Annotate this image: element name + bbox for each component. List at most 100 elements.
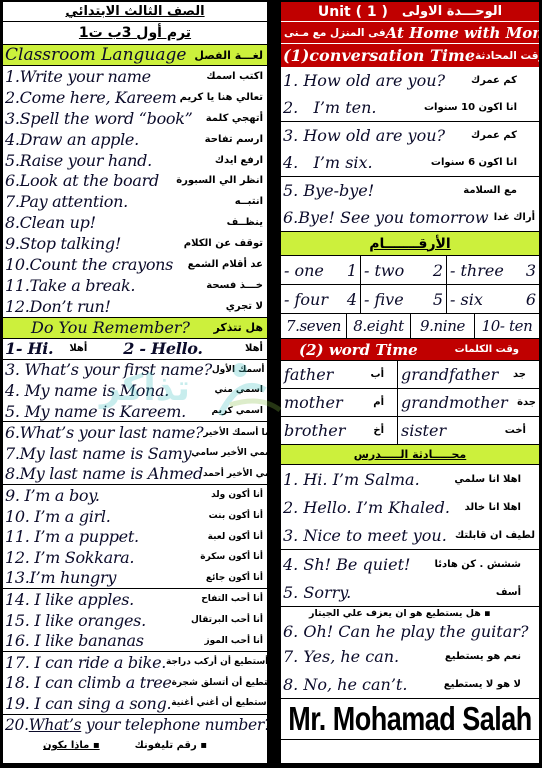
conversation-item: 2. I’m ten. انا اكون 10 سنوات bbox=[281, 94, 539, 121]
lesson-group: 1. Hi. I’m Salma. اهلا انا سلمي 2. Hello. … bbox=[281, 464, 539, 549]
teacher-signature: Mr. Mohamad Salah bbox=[288, 699, 532, 738]
item-en: 9.Stop talking! bbox=[5, 234, 121, 254]
item-ar: ششش . كن هادئا bbox=[434, 558, 521, 570]
classroom-title-ar: لغـــة الفصل bbox=[194, 48, 263, 62]
item-ar: ارفع ايدك bbox=[214, 154, 263, 166]
word-cell: sister أخت bbox=[398, 416, 539, 444]
item-ar: اسمي الأخير سامي bbox=[191, 448, 267, 459]
word-cell: grandmother جدة bbox=[398, 388, 539, 416]
item-en: 5.Raise your hand. bbox=[5, 150, 152, 170]
classroom-item: 6.Look at the board انظر الي السبورة bbox=[3, 170, 267, 191]
word-en: sister bbox=[401, 421, 447, 440]
number-cell: - six 6 bbox=[447, 284, 539, 313]
item-en: 6.Look at the board bbox=[5, 171, 159, 191]
number-word: 9.nine bbox=[420, 317, 465, 335]
remember-group: 6.What’s your last name? ما أسمك الأخير 7.… bbox=[3, 422, 267, 486]
word-row: father أب grandfather جد bbox=[281, 360, 539, 388]
word-ar: جد bbox=[513, 369, 526, 380]
word-cell: mother أم bbox=[281, 388, 398, 416]
item-en: 8.Clean up! bbox=[5, 213, 96, 233]
item-ar: انا اكون 10 سنوات bbox=[423, 102, 517, 113]
hello-en: 2 - Hello. bbox=[123, 339, 203, 359]
item-ar: كم عمرك bbox=[470, 75, 517, 86]
item-ar: لا هو لا يستطيع bbox=[443, 678, 521, 690]
conversation-title-ar: وقت المحادثة bbox=[475, 49, 539, 62]
lesson-item: 1. Hi. I’m Salma. اهلا انا سلمي bbox=[281, 465, 539, 493]
signature-box: Mr. Mohamad Salah bbox=[281, 698, 539, 740]
hi-ar: أهلا bbox=[69, 343, 88, 355]
item-en: 17. I can ride a bike. bbox=[5, 652, 167, 672]
classroom-item: 5.Raise your hand. ارفع ايدك bbox=[3, 150, 267, 171]
item-en: 1.Write your name bbox=[5, 66, 151, 86]
item-ar: ينظــف bbox=[226, 217, 263, 229]
remember-item: 10. I’m a girl. أنا أكون بنت bbox=[3, 506, 267, 527]
word-en: brother bbox=[284, 421, 346, 440]
remember-item: 8.My last name is Ahmedاسمي الأخير أحمد bbox=[3, 464, 267, 485]
remember-item: 19. I can sing a song.أنا أستطيع أن أغني… bbox=[3, 693, 267, 714]
unit-title-ar: الوحـــدة الاولى bbox=[401, 4, 503, 19]
item-ar: مع السلامة bbox=[463, 185, 517, 196]
word-row: mother أم grandmother جدة bbox=[281, 388, 539, 416]
classroom-item: 11.Take a break. خـــذ فسحة bbox=[3, 275, 267, 296]
telephone-question: 20.What’s your telephone number? bbox=[3, 715, 267, 736]
numbers-row-2: - four 4 - five 5 - six 6 bbox=[281, 284, 539, 313]
item-en: 10.Count the crayons bbox=[5, 254, 174, 274]
item-ar: ما أسمك الأول bbox=[211, 364, 267, 375]
item-en: 5. My name is Kareem. bbox=[5, 401, 186, 421]
item-ar: أنا أستطيع أن أتسلق شجرة bbox=[171, 677, 267, 688]
number-digit: 1 bbox=[346, 260, 357, 280]
answer-item: 7. Yes, he can. نعم هو يستطيع bbox=[281, 642, 539, 670]
item-ar: ما أسمك الأخير bbox=[203, 427, 267, 438]
telephone-translation: ▪ ماذا يكون ▪ رقم تليفونك bbox=[3, 736, 267, 756]
item-en: 13.I’m hungry bbox=[5, 568, 117, 588]
numbers-row-3: 7.seven 8.eight 9.nine 10- ten bbox=[281, 313, 539, 339]
number-word: 8.eight bbox=[353, 317, 404, 335]
item-ar: تعالي هنا يا كريم bbox=[179, 91, 263, 103]
remember-title-en: Do You Remember? bbox=[31, 318, 191, 338]
item-en: 18. I can climb a tree bbox=[5, 673, 172, 693]
item-en: 1. Hi. I’m Salma. bbox=[283, 469, 420, 489]
what-is-ar: ▪ ماذا يكون bbox=[43, 740, 100, 752]
classroom-language-header: Classroom Language لغـــة الفصل bbox=[3, 45, 267, 66]
word-time-title-ar: وقت الكلمات bbox=[454, 344, 519, 355]
item-en: 4. I’m six. bbox=[283, 153, 373, 172]
remember-title-ar: هل تتذكر bbox=[213, 321, 264, 335]
number-cell: - three 3 bbox=[447, 255, 539, 284]
conversation-group: 3. How old are you? كم عمرك 4. I’m six. انا… bbox=[281, 121, 539, 176]
remember-item: 16. I like bananas أنا أحب الموز bbox=[3, 630, 267, 651]
item-en: 16. I like bananas bbox=[5, 631, 144, 651]
number-cell: 10- ten bbox=[475, 313, 539, 338]
word-en: father bbox=[284, 365, 334, 384]
conversation-item: 5. Bye-bye! مع السلامة bbox=[281, 177, 539, 204]
item-en: 7.Pay attention. bbox=[5, 192, 128, 212]
item-ar: أسف bbox=[495, 586, 521, 598]
classroom-item: 9.Stop talking! توقف عن الكلام bbox=[3, 233, 267, 254]
classroom-item: 3.Spell the word “book” أتهجي كلمة bbox=[3, 108, 267, 129]
conversation-group: 1. How old are you? كم عمرك 2. I’m ten. انا… bbox=[281, 67, 539, 121]
item-en: 2. I’m ten. bbox=[283, 98, 377, 117]
item-en: 19. I can sing a song. bbox=[5, 693, 172, 713]
classroom-item: 4.Draw an apple. ارسم تفاحة bbox=[3, 129, 267, 150]
word-en: grandfather bbox=[401, 365, 499, 384]
number-digit: 3 bbox=[525, 260, 536, 280]
classroom-item: 2.Come here, Kareem تعالي هنا يا كريم bbox=[3, 87, 267, 108]
item-en: 7.My last name is Samy bbox=[5, 443, 192, 463]
number-cell: - five 5 bbox=[361, 284, 447, 313]
classroom-item: 10.Count the crayons عد أقلام الشمع bbox=[3, 254, 267, 275]
item-ar: عد أقلام الشمع bbox=[187, 258, 263, 270]
lesson-item: 5. Sorry. أسف bbox=[281, 578, 539, 606]
remember-item: 9. I’m a boy. أنا أكون ولد bbox=[3, 485, 267, 506]
classroom-title-en: Classroom Language bbox=[5, 45, 187, 65]
item-en: 12.Don’t run! bbox=[5, 296, 111, 316]
grade-title: الصف الثالث الابتدائي bbox=[3, 2, 267, 22]
item-en: 11.Take a break. bbox=[5, 275, 136, 295]
number-cell: 7.seven bbox=[281, 313, 347, 338]
answer-item: 8. No, he can’t. لا هو لا يستطيع bbox=[281, 670, 539, 698]
number-digit: 4 bbox=[346, 289, 357, 309]
number-digit: 2 bbox=[432, 260, 443, 280]
item-ar: أنا أكون جائع bbox=[205, 572, 263, 583]
classroom-item: 7.Pay attention. انتبــه bbox=[3, 191, 267, 212]
word-en: grandmother bbox=[401, 393, 508, 412]
number-word: 10- ten bbox=[481, 317, 533, 335]
item-ar: أنا أحب الموز bbox=[204, 635, 263, 646]
